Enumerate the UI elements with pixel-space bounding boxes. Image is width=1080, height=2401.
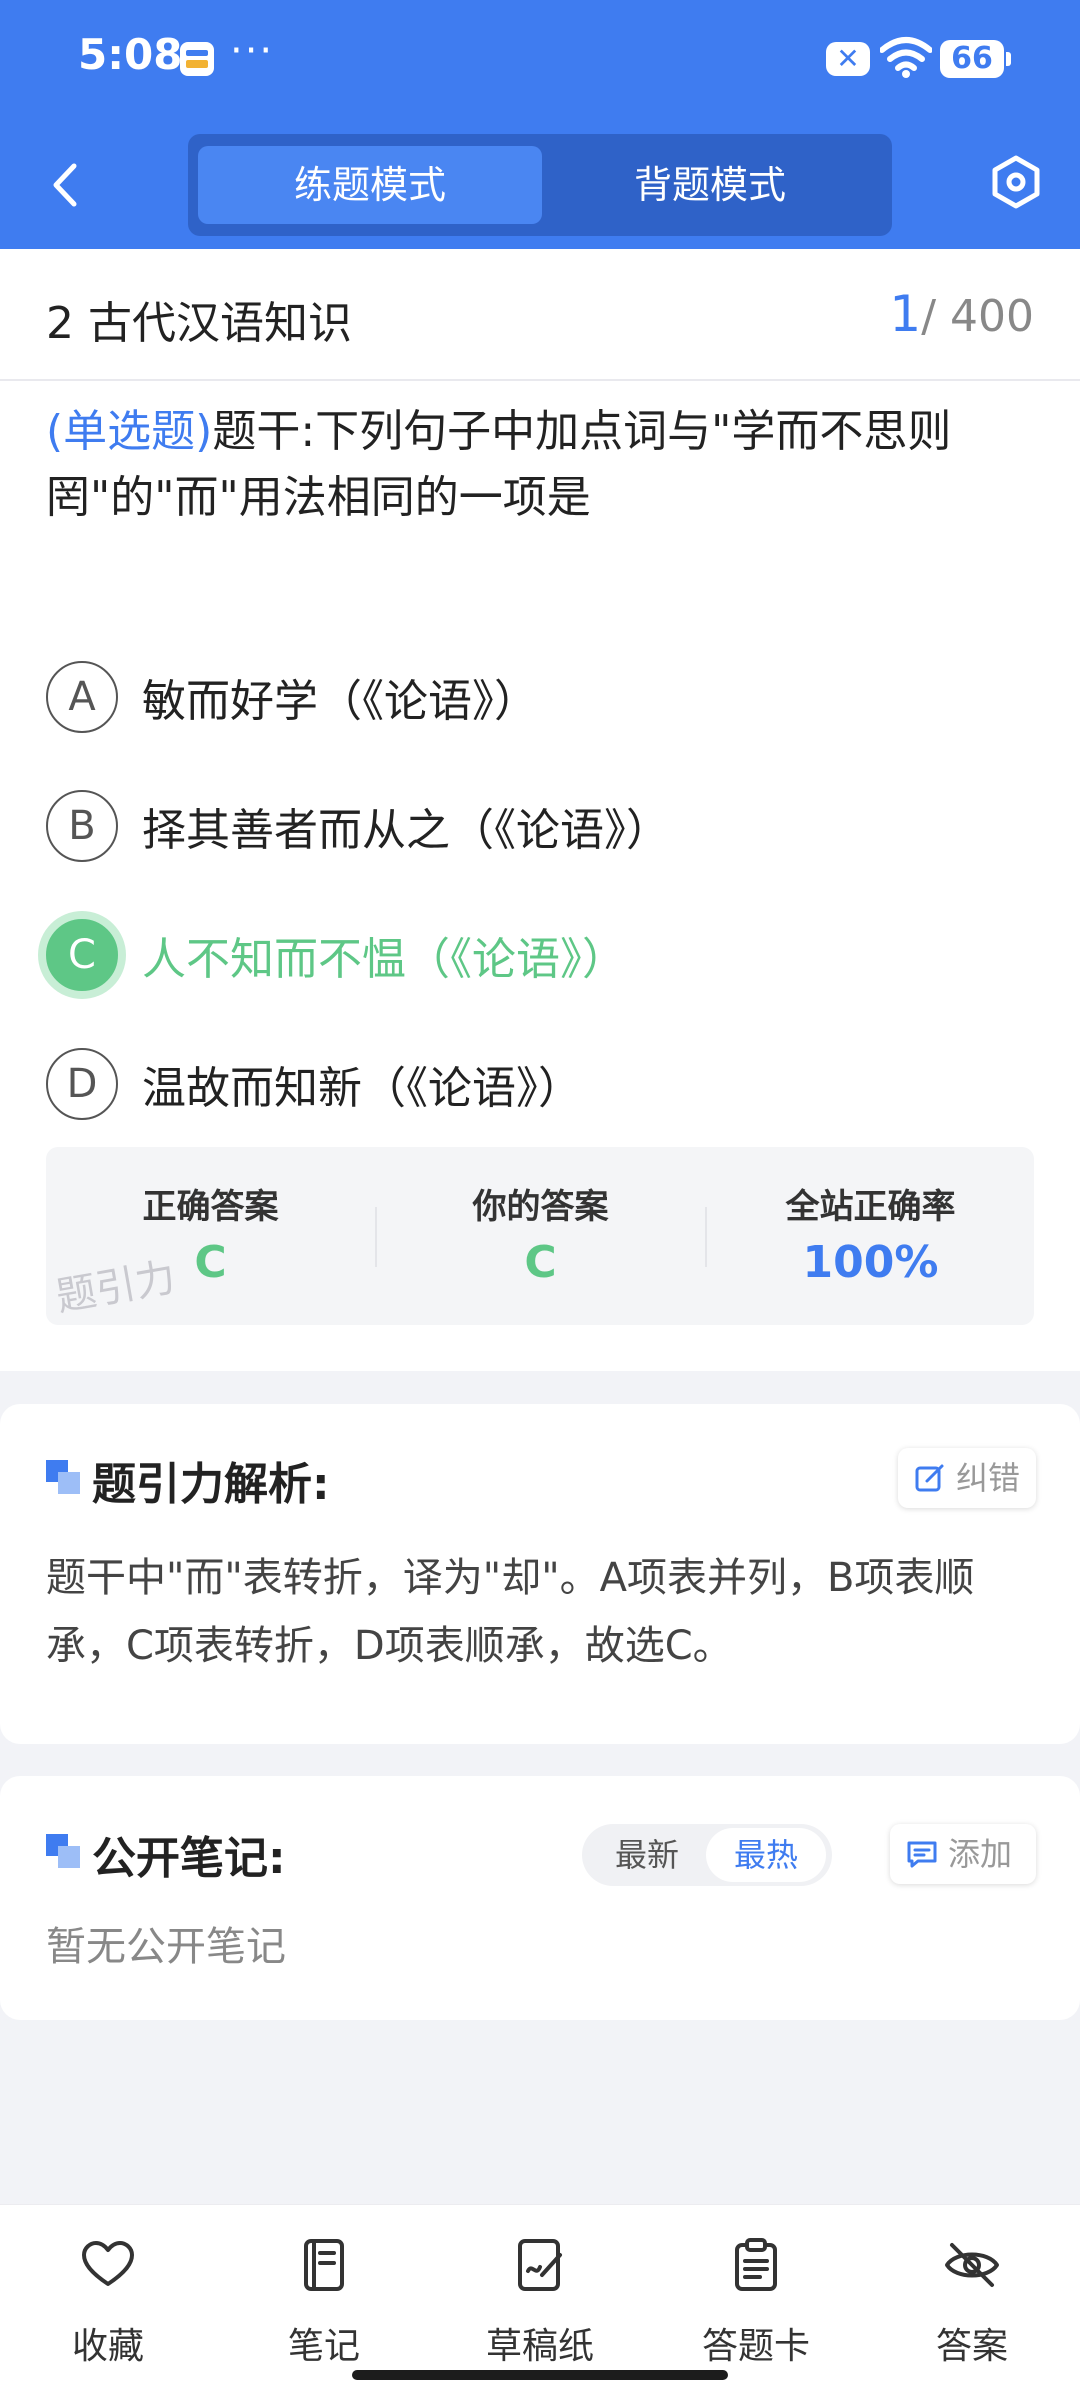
top-header: 5:08 ··· ✕ 66 练题模式 背题模式 xyxy=(0,0,1080,249)
option-text: 温故而知新（《论语》） xyxy=(142,1063,582,1114)
add-note-label: 添加 xyxy=(948,1835,1013,1873)
correct-answer-label: 正确答案 xyxy=(142,1187,279,1227)
current-question-number: 1 xyxy=(889,285,922,343)
tab-memorize-mode[interactable]: 背题模式 xyxy=(538,146,882,224)
question-progress: 1/ 400 xyxy=(889,285,1034,343)
option-letter: C xyxy=(46,919,118,991)
question-stem: (单选题)题干:下列句子中加点词与"学而不思则罔"的"而"用法相同的一项是 xyxy=(46,399,1036,531)
notes-title: 公开笔记: xyxy=(92,1833,286,1884)
settings-hexagon-icon[interactable] xyxy=(988,154,1044,210)
analysis-card: 题引力解析: 纠错 题干中"而"表转折，译为"却"。A项表并列，B项表顺承，C项… xyxy=(0,1404,1080,1744)
chapter-row: 2 古代汉语知识 1/ 400 xyxy=(0,249,1080,381)
option-text: 敏而好学（《论语》） xyxy=(142,676,538,727)
favorite-label: 收藏 xyxy=(71,2326,144,2367)
chapter-title: 2 古代汉语知识 xyxy=(46,298,352,349)
wifi-icon xyxy=(880,37,932,78)
answer-sheet-label: 答题卡 xyxy=(701,2326,810,2367)
add-note-button[interactable]: 添加 xyxy=(890,1824,1036,1884)
notebook-icon xyxy=(304,2239,344,2291)
mode-switch: 练题模式 背题模式 xyxy=(188,134,892,236)
analysis-title: 题引力解析: xyxy=(92,1459,330,1510)
status-time: 5:08 xyxy=(78,30,183,79)
option-letter: B xyxy=(46,790,118,862)
site-accuracy: 全站正确率 100% xyxy=(706,1147,1035,1325)
site-accuracy-value: 100% xyxy=(802,1237,939,1288)
draft-paper-label: 草稿纸 xyxy=(485,2326,594,2367)
more-notifications-icon: ··· xyxy=(230,28,275,74)
notes-empty-text: 暂无公开笔记 xyxy=(46,1924,286,1970)
notes-card: 公开笔记: 最新 最热 添加 暂无公开笔记 xyxy=(0,1776,1080,2020)
option-text: 择其善者而从之（《论语》） xyxy=(142,805,670,856)
tab-practice-mode[interactable]: 练题模式 xyxy=(198,146,542,224)
sort-newest[interactable]: 最新 xyxy=(592,1824,702,1886)
your-answer-label: 你的答案 xyxy=(472,1187,609,1227)
heart-icon xyxy=(82,2241,134,2286)
report-error-label: 纠错 xyxy=(956,1459,1021,1497)
section-squares-icon xyxy=(46,1834,80,1868)
option-a[interactable]: A 敏而好学（《论语》） xyxy=(46,657,1036,737)
site-accuracy-label: 全站正确率 xyxy=(785,1187,956,1227)
option-letter: D xyxy=(46,1048,118,1120)
wallet-app-icon xyxy=(180,42,214,76)
answer-sheet-button[interactable]: 答题卡 xyxy=(648,2229,864,2379)
notes-sort-toggle: 最新 最热 xyxy=(582,1824,832,1886)
answer-toggle-label: 答案 xyxy=(935,2326,1008,2367)
section-squares-icon xyxy=(46,1460,80,1494)
option-c[interactable]: C 人不知而不愠（《论语》） xyxy=(46,915,1036,995)
option-d[interactable]: D 温故而知新（《论语》） xyxy=(46,1044,1036,1124)
notes-button[interactable]: 笔记 xyxy=(216,2229,432,2379)
answer-summary: 正确答案 C 你的答案 C 全站正确率 100% 题引力 xyxy=(46,1147,1034,1325)
favorite-button[interactable]: 收藏 xyxy=(0,2229,216,2379)
edit-icon xyxy=(915,1464,944,1492)
analysis-text: 题干中"而"表转折，译为"却"。A项表并列，B项表顺承，C项表转折，D项表顺承，… xyxy=(46,1555,975,1669)
option-b[interactable]: B 择其善者而从之（《论语》） xyxy=(46,786,1036,866)
sort-hottest[interactable]: 最热 xyxy=(706,1828,826,1882)
question-type: (单选题) xyxy=(46,406,213,457)
total-questions: / 400 xyxy=(921,291,1034,342)
close-notification-icon: ✕ xyxy=(826,42,870,76)
eye-off-icon xyxy=(945,2243,999,2287)
option-letter: A xyxy=(46,661,118,733)
your-answer-value: C xyxy=(524,1237,557,1288)
home-indicator[interactable] xyxy=(352,2370,728,2380)
back-arrow-icon[interactable] xyxy=(40,150,90,220)
question-card: 2 古代汉语知识 1/ 400 (单选题)题干:下列句子中加点词与"学而不思则罔… xyxy=(0,249,1080,1371)
report-error-button[interactable]: 纠错 xyxy=(898,1448,1036,1508)
your-answer: 你的答案 C xyxy=(376,1147,705,1325)
option-text: 人不知而不愠（《论语》） xyxy=(142,934,626,985)
answer-toggle-button[interactable]: 答案 xyxy=(864,2229,1080,2379)
draft-paper-button[interactable]: 草稿纸 xyxy=(432,2229,648,2379)
draft-icon xyxy=(518,2239,562,2291)
clipboard-icon xyxy=(735,2238,777,2291)
battery-indicator: 66 xyxy=(940,40,1011,78)
comment-icon xyxy=(907,1841,937,1868)
notes-label: 笔记 xyxy=(287,2326,360,2367)
